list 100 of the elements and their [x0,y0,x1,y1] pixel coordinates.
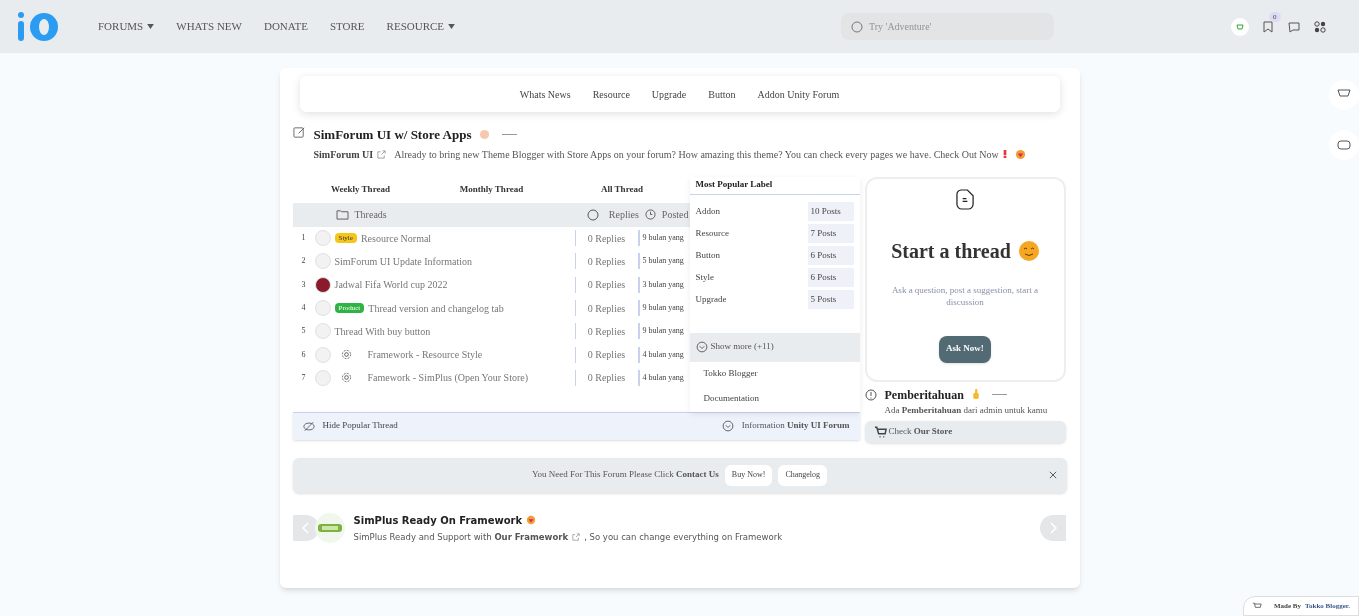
nav-link[interactable]: DONATE [263,18,308,35]
thread-row[interactable]: 5 Thread With buy button 0 Replies 9 bulan yang [292,319,690,343]
thread-row[interactable]: 3 Jadwal Fifa World cup 2022 0 Replies 3 bulan yang [292,273,690,297]
banner-button[interactable]: Buy Now! [724,464,773,486]
thread-title[interactable]: SimForum UI Update Information [334,253,472,269]
thread-row[interactable]: 7 Famework - SimPlus (Open Your Store) 0 Replies 4 bulan yang [292,366,690,390]
thread-row[interactable]: 2 SimForum UI Update Information 0 Replies 5 bulan yang [292,249,690,274]
simforum-link[interactable]: SimForum UI [313,146,374,162]
document-icon [955,188,975,210]
notice-text: Ada Pemberitahuan dari admin untuk kamu [883,403,1049,416]
thread-tab[interactable]: All Thread [554,182,690,197]
column-header: Threads [354,208,387,222]
promo-title: SimPlus Ready On Framework [353,513,523,528]
notice-title: Pemberitahuan [884,386,964,404]
popular-link[interactable]: Documentation [703,386,860,412]
reply-count: 0 Replies [586,231,627,246]
subnav-link[interactable]: Whats News [519,86,571,102]
row-number: 4 [300,302,307,315]
subnav-link[interactable]: Resource [592,86,630,102]
chevron-right-icon[interactable] [1039,514,1066,541]
cart-icon[interactable] [1329,80,1359,110]
row-number: 2 [300,255,307,268]
label-name: Resource [695,226,729,240]
column-header: Replies [608,208,639,222]
posted-time: 3 bulan yang [641,278,685,291]
nav-link[interactable]: RESOURCE [386,18,456,35]
thread-title[interactable]: Resource Normal [360,230,432,246]
reply-count: 0 Replies [586,254,627,269]
subnav-link[interactable]: Button [708,86,736,102]
thread-tab[interactable]: Weekly Thread [292,182,429,197]
thread-title[interactable]: Thread With buy button [334,323,431,339]
intro-text: Already to bring new Theme Blogger with Store Apps on your forum? How amazing this theme? You can check every pages we have. Check Out Now [394,147,999,162]
label-row[interactable]: Addon 10 Posts [689,200,860,223]
clock-icon [644,209,656,220]
thread-title[interactable]: Framework - Resource Style [367,347,483,363]
promo-text: SimPlus Ready and Support with Our Framework [353,530,569,544]
post-count: 6 Posts [807,246,854,265]
search-field[interactable]: Try 'Adventure' [841,13,1054,40]
row-number: 7 [300,371,307,384]
nav-link[interactable]: STORE [329,18,365,35]
label-row[interactable]: Resource 7 Posts [689,222,860,245]
thread-title[interactable]: Famework - SimPlus (Open Your Store) [367,370,529,386]
check-store-button[interactable]: Check Our Store [864,420,1066,443]
row-number: 6 [300,348,307,361]
banner-button[interactable]: Changelog [778,464,828,486]
avatar-icon [314,323,331,340]
reply-count: 0 Replies [586,324,627,339]
label-name: Upgrade [695,292,727,306]
card-description: Ask a question, post a suggestion, start a discussion [890,283,1040,308]
label-row[interactable]: Upgrade 5 Posts [689,288,860,311]
avatar-icon [314,346,331,363]
subnav-link[interactable]: Upgrade [651,86,687,102]
popular-link[interactable]: Tokko Blogger [703,361,860,387]
subnav-link[interactable]: Addon Unity Forum [757,86,840,102]
cart-icon [873,425,887,438]
posted-time: 4 bulan yang [641,371,685,384]
bookmark-icon[interactable] [1261,19,1275,34]
posted-time: 9 bulan yang [641,232,685,245]
label-name: Style [695,270,714,284]
thumbs-up-icon [971,389,980,400]
label-row[interactable]: Style 6 Posts [689,266,860,289]
cart-icon [1251,601,1262,611]
row-number: 1 [300,232,307,245]
column-header: Posted [661,208,689,222]
logo-icon[interactable] [16,10,60,43]
reply-count: 0 Replies [586,371,627,386]
show-more-button[interactable]: Show more (+11) [689,332,860,362]
apps-icon[interactable] [1313,19,1327,34]
info-icon [864,388,877,401]
thread-title[interactable]: Thread version and changelog tab [368,300,504,316]
row-number: 5 [300,325,307,338]
framework-logo-icon [314,512,345,543]
posted-time: 5 bulan yang [641,255,685,268]
avatar-icon [314,253,331,270]
post-count: 5 Posts [807,290,854,309]
chevron-left-icon[interactable] [292,514,319,541]
external-link-icon [572,532,581,541]
ask-now-button[interactable]: Ask Now! [939,335,991,363]
reply-count: 0 Replies [586,348,627,363]
thread-tab[interactable]: Monthly Thread [428,182,555,197]
nav-link[interactable]: WHATS NEW [176,18,242,35]
hide-thread-button[interactable]: Hide Popular Thread [322,419,398,433]
avatar-icon [314,300,331,317]
thread-title[interactable]: Jadwal Fifa World cup 2022 [334,277,448,293]
promo-text: , So you can change everything on Framework [584,530,783,544]
label-row[interactable]: Button 6 Posts [689,244,860,267]
nav-link[interactable]: FORUMS [98,18,155,35]
post-count: 6 Posts [807,268,854,287]
cart-icon[interactable] [1231,17,1249,36]
thread-row[interactable]: 6 Framework - Resource Style 0 Replies 4 bulan yang [292,343,690,367]
post-count: 7 Posts [807,224,854,243]
label-name: Button [695,248,720,262]
page-title: SimForum UI w/ Store Apps [313,126,472,144]
label-name: Addon [695,204,720,218]
eye-off-icon[interactable] [302,420,315,432]
close-icon[interactable] [1048,471,1057,479]
posted-time: 9 bulan yang [641,325,685,338]
chevron-down-icon [721,420,734,432]
banner-text: You Need For This Forum Please Click Contact Us [531,468,719,482]
post-count: 10 Posts [807,202,854,221]
